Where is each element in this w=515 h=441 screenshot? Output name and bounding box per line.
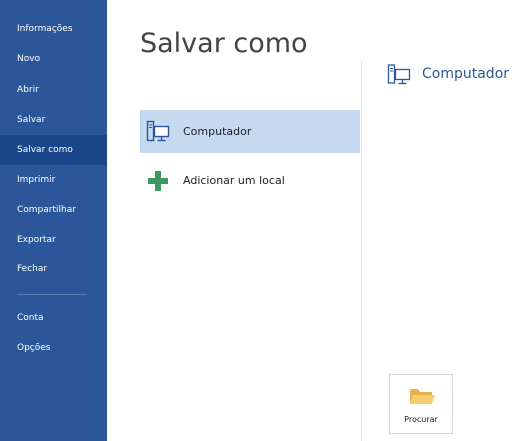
sidebar-item-save-as[interactable]: Salvar como <box>0 135 107 165</box>
sidebar-divider <box>17 294 87 295</box>
sidebar-item-options[interactable]: Opções <box>0 334 107 362</box>
page-title: Salvar como <box>140 28 308 60</box>
place-add-location-label: Adicionar um local <box>183 174 285 187</box>
backstage-sidebar: Informações Novo Abrir Salvar Salvar com… <box>0 0 107 441</box>
right-panel-title: Computador <box>422 66 510 82</box>
sidebar-item-export[interactable]: Exportar <box>0 226 107 254</box>
sidebar-item-account[interactable]: Conta <box>0 304 107 332</box>
sidebar-item-save[interactable]: Salvar <box>0 106 107 134</box>
place-add-location[interactable]: Adicionar um local <box>140 159 360 202</box>
place-computer[interactable]: Computador <box>140 110 360 153</box>
sidebar-item-open[interactable]: Abrir <box>0 76 107 104</box>
browse-button[interactable]: Procurar <box>389 374 453 434</box>
save-as-backstage: Informações Novo Abrir Salvar Salvar com… <box>0 0 515 441</box>
computer-icon <box>387 64 411 85</box>
sidebar-item-new[interactable]: Novo <box>0 45 107 73</box>
sidebar-item-print[interactable]: Imprimir <box>0 166 107 194</box>
sidebar-item-close[interactable]: Fechar <box>0 255 107 283</box>
sidebar-item-share[interactable]: Compartilhar <box>0 196 107 224</box>
browse-label: Procurar <box>404 415 438 424</box>
folder-icon <box>410 389 435 404</box>
place-computer-label: Computador <box>183 125 252 138</box>
save-locations-list: Computador Adicionar um local <box>140 110 360 202</box>
sidebar-item-info[interactable]: Informações <box>0 15 107 43</box>
panel-divider <box>361 60 362 441</box>
plus-icon <box>148 171 168 191</box>
computer-icon <box>146 120 170 142</box>
